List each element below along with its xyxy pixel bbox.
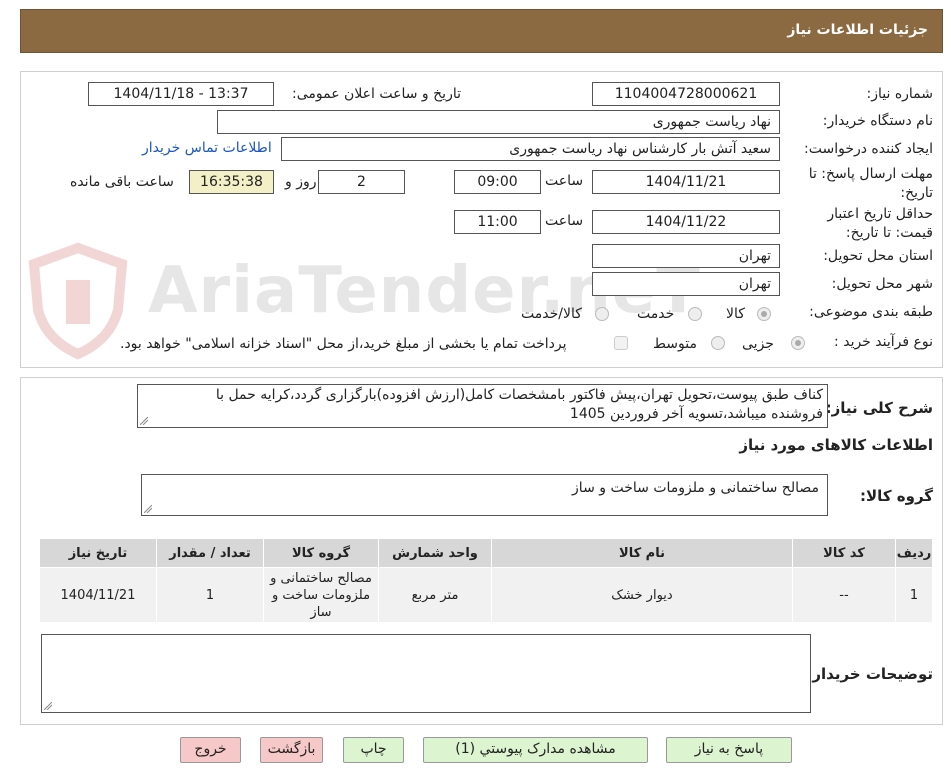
table-row: 1 -- دیوار خشک متر مربع مصالح ساختمانی و… [39, 567, 933, 623]
province-field[interactable]: تهران [592, 244, 780, 268]
category-radio-service[interactable] [688, 307, 702, 321]
col-row: ردیف [895, 538, 933, 568]
validity-date-field[interactable]: 1404/11/22 [592, 210, 780, 234]
category-radio-goods[interactable] [757, 307, 771, 321]
process-radio-medium[interactable] [711, 336, 725, 350]
treasury-checkbox[interactable] [614, 336, 628, 350]
need-number-field[interactable]: 1104004728000621 [592, 82, 780, 106]
deadline-time-label: ساعت [545, 173, 584, 189]
process-option-minor: جزیی [742, 336, 774, 352]
col-name: نام کالا [491, 538, 793, 568]
cell-date: 1404/11/21 [39, 567, 157, 623]
goods-group-value: مصالح ساختمانی و ملزومات ساخت و ساز [572, 480, 819, 496]
back-button[interactable]: بازگشت [260, 737, 323, 763]
deadline-time-field[interactable]: 09:00 [454, 170, 541, 194]
remaining-time-field: 16:35:38 [189, 170, 274, 194]
buyer-notes-label: توضیحات خریدار: [806, 665, 933, 683]
page-title: جزئیات اطلاعات نیاز [787, 22, 928, 38]
col-unit: واحد شمارش [378, 538, 492, 568]
goods-group-label: گروه کالا: [860, 487, 933, 505]
validity-label: حداقل تاریخ اعتبار قیمت: تا تاریخ: [827, 206, 933, 241]
category-label: طبقه بندی موضوعی: [809, 304, 933, 320]
cell-qty: 1 [156, 567, 264, 623]
city-label: شهر محل تحویل: [831, 276, 933, 292]
table-header-row: ردیف کد کالا نام کالا واحد شمارش گروه کا… [39, 538, 933, 568]
category-option-goods-service: کالا/خدمت [521, 306, 582, 322]
cell-name: دیوار خشک [491, 567, 793, 623]
buyer-notes-textarea[interactable] [41, 634, 811, 713]
cell-row: 1 [895, 567, 933, 623]
resize-grip-icon[interactable] [144, 505, 152, 513]
treasury-note: پرداخت تمام یا بخشی از مبلغ خرید،از محل … [120, 336, 567, 352]
deadline-label: مهلت ارسال پاسخ: تا تاریخ: [808, 166, 933, 201]
province-label: استان محل تحویل: [823, 248, 933, 264]
description-line-1: کناف طبق پیوست،تحویل تهران،پیش فاکتور با… [215, 387, 823, 403]
requester-field[interactable]: سعید آتش بار کارشناس نهاد ریاست جمهوری [281, 137, 780, 161]
page-header: جزئیات اطلاعات نیاز [20, 9, 943, 53]
days-label: روز و [285, 174, 317, 190]
buyer-org-field[interactable]: نهاد ریاست جمهوری [217, 110, 780, 134]
goods-table: ردیف کد کالا نام کالا واحد شمارش گروه کا… [39, 538, 933, 623]
description-label: شرح کلی نیاز: [825, 399, 933, 417]
col-qty: تعداد / مقدار [156, 538, 264, 568]
col-code: کد کالا [792, 538, 896, 568]
goods-section-title: اطلاعات کالاهای مورد نیاز [739, 436, 933, 454]
cell-group: مصالح ساختمانی و ملزومات ساخت و ساز [263, 567, 379, 623]
announce-label: تاریخ و ساعت اعلان عمومی: [292, 86, 461, 102]
description-textarea[interactable]: کناف طبق پیوست،تحویل تهران،پیش فاکتور با… [137, 384, 828, 428]
attachments-button[interactable]: مشاهده مدارک پیوستي (1) [423, 737, 648, 763]
goods-group-textarea[interactable]: مصالح ساختمانی و ملزومات ساخت و ساز [141, 474, 828, 516]
description-line-2: فروشنده میباشد،تسویه آخر فروردین 1405 [569, 406, 823, 422]
category-option-service: خدمت [637, 306, 675, 322]
reply-button[interactable]: پاسخ به نیاز [666, 737, 792, 763]
category-option-goods: کالا [726, 306, 745, 322]
city-field[interactable]: تهران [592, 272, 780, 296]
col-date: تاریخ نیاز [39, 538, 157, 568]
remaining-label: ساعت باقی مانده [70, 174, 174, 190]
process-option-medium: متوسط [653, 336, 697, 352]
category-radio-goods-service[interactable] [595, 307, 609, 321]
validity-time-label: ساعت [545, 213, 584, 229]
deadline-date-field[interactable]: 1404/11/21 [592, 170, 780, 194]
exit-button[interactable]: خروج [180, 737, 241, 763]
cell-unit: متر مربع [378, 567, 492, 623]
goods-table-wrap: ردیف کد کالا نام کالا واحد شمارش گروه کا… [39, 538, 933, 626]
print-button[interactable]: چاپ [343, 737, 404, 763]
process-radio-minor[interactable] [791, 336, 805, 350]
process-label: نوع فرآیند خرید : [834, 334, 933, 350]
validity-time-field[interactable]: 11:00 [454, 210, 541, 234]
announce-field[interactable]: 1404/11/18 - 13:37 [88, 82, 274, 106]
resize-grip-icon[interactable] [140, 417, 148, 425]
resize-grip-icon[interactable] [44, 702, 52, 710]
buyer-contact-link[interactable]: اطلاعات تماس خریدار [142, 140, 272, 156]
days-field[interactable]: 2 [318, 170, 405, 194]
buyer-org-label: نام دستگاه خریدار: [822, 113, 933, 129]
cell-code: -- [792, 567, 896, 623]
col-group: گروه کالا [263, 538, 379, 568]
requester-label: ایجاد کننده درخواست: [804, 141, 933, 157]
need-number-label: شماره نیاز: [866, 86, 934, 102]
